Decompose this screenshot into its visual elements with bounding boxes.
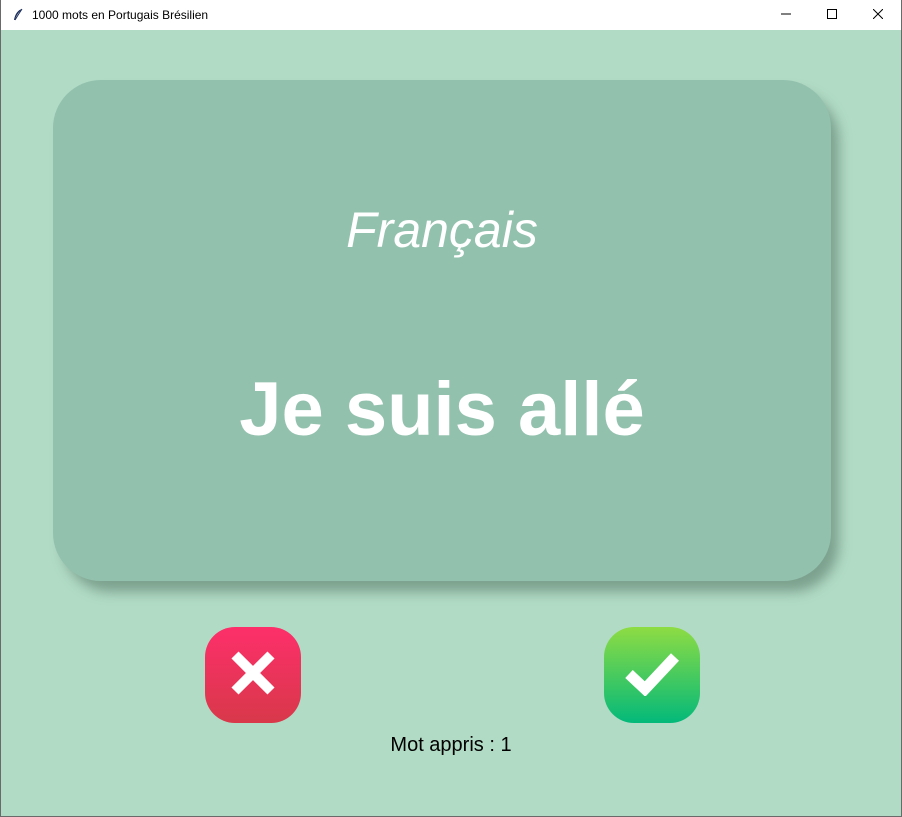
close-button[interactable] [855, 0, 901, 30]
right-button[interactable] [604, 627, 700, 723]
words-learned-counter: Mot appris : 1 [390, 734, 512, 756]
maximize-icon [827, 6, 837, 24]
maximize-button[interactable] [809, 0, 855, 30]
window-controls [763, 0, 901, 30]
card-language-label: Français [346, 202, 538, 258]
minimize-button[interactable] [763, 0, 809, 30]
flash-card[interactable]: Français Je suis allé [53, 80, 831, 581]
close-icon [872, 6, 884, 24]
checkmark-icon [623, 650, 681, 701]
minimize-icon [781, 6, 791, 24]
window-title: 1000 mots en Portugais Brésilien [32, 8, 209, 22]
card-word: Je suis allé [239, 367, 645, 452]
cross-icon [228, 648, 278, 703]
app-window: 1000 mots en Portugais Brésilien Françai… [0, 0, 902, 817]
feather-icon [10, 7, 26, 23]
title-bar: 1000 mots en Portugais Brésilien [1, 0, 901, 30]
wrong-button[interactable] [205, 627, 301, 723]
